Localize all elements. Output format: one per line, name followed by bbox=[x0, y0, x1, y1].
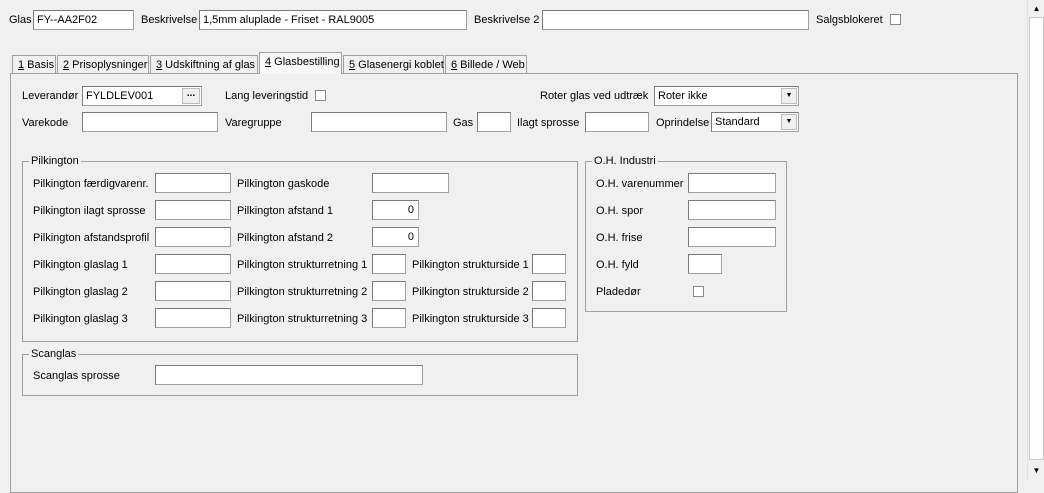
oh-frise-label: O.H. frise bbox=[596, 232, 643, 244]
varekode-label: Varekode bbox=[22, 117, 69, 129]
pilkington-strukturside3-label: Pilkington strukturside 3 bbox=[412, 313, 529, 325]
leverandor-value: FYLDLEV001 bbox=[86, 90, 154, 102]
pilkington-strukturside2-label: Pilkington strukturside 2 bbox=[412, 286, 529, 298]
pilkington-strukturretning1-label: Pilkington strukturretning 1 bbox=[237, 259, 368, 271]
pilkington-afstand1-label: Pilkington afstand 1 bbox=[237, 205, 334, 217]
pilkington-afstandsprofil-field[interactable] bbox=[155, 227, 231, 247]
pilkington-gaskode-field[interactable] bbox=[372, 173, 449, 193]
arrow-up-icon[interactable]: ▲ bbox=[1028, 0, 1044, 17]
tab-udskiftning[interactable]: 3 Udskiftning af glas bbox=[150, 55, 258, 73]
beskrivelse-field[interactable]: 1,5mm aluplade - Friset - RAL9005 bbox=[199, 10, 467, 30]
tab-glasbestilling[interactable]: 4 Glasbestilling bbox=[259, 52, 342, 74]
ilagt-sprosse-field[interactable] bbox=[585, 112, 649, 132]
pladedor-checkbox[interactable] bbox=[693, 286, 704, 297]
scroll-thumb[interactable] bbox=[1029, 17, 1044, 460]
tab-basis[interactable]: 1 Basis bbox=[12, 55, 56, 73]
pilkington-gaskode-label: Pilkington gaskode bbox=[237, 178, 330, 190]
pilkington-strukturretning1-field[interactable] bbox=[372, 254, 406, 274]
leverandor-label: Leverandør bbox=[22, 90, 79, 102]
pilkington-strukturretning2-field[interactable] bbox=[372, 281, 406, 301]
oh-spor-field[interactable] bbox=[688, 200, 776, 220]
roter-value: Roter ikke bbox=[658, 90, 708, 102]
varegruppe-label: Varegruppe bbox=[225, 117, 282, 129]
gas-field[interactable] bbox=[477, 112, 511, 132]
pilkington-afstandsprofil-label: Pilkington afstandsprofil bbox=[33, 232, 150, 244]
pilkington-strukturretning2-label: Pilkington strukturretning 2 bbox=[237, 286, 368, 298]
pilkington-afstand2-field[interactable]: 0 bbox=[372, 227, 419, 247]
scanglas-sprosse-field[interactable] bbox=[155, 365, 423, 385]
lang-leveringstid-label: Lang leveringstid bbox=[225, 90, 309, 102]
vertical-scrollbar[interactable]: ▲ ▼ bbox=[1027, 0, 1044, 480]
beskrivelse2-label: Beskrivelse 2 bbox=[474, 14, 540, 26]
pilkington-strukturside2-field[interactable] bbox=[532, 281, 566, 301]
pilkington-glaslag1-field[interactable] bbox=[155, 254, 231, 274]
pilkington-afstand1-field[interactable]: 0 bbox=[372, 200, 419, 220]
beskrivelse2-field[interactable] bbox=[542, 10, 809, 30]
varekode-field[interactable] bbox=[82, 112, 218, 132]
pilkington-strukturside3-field[interactable] bbox=[532, 308, 566, 328]
pilkington-glaslag2-label: Pilkington glaslag 2 bbox=[33, 286, 128, 298]
tab-udskiftning-label: Udskiftning af glas bbox=[162, 59, 256, 71]
pilkington-glaslag1-label: Pilkington glaslag 1 bbox=[33, 259, 128, 271]
pladedor-label: Pladedør bbox=[596, 286, 641, 298]
pilkington-strukturside1-label: Pilkington strukturside 1 bbox=[412, 259, 529, 271]
arrow-down-icon[interactable]: ▼ bbox=[1028, 462, 1044, 479]
pilkington-strukturretning3-field[interactable] bbox=[372, 308, 406, 328]
oprindelse-select[interactable]: Standard ▼ bbox=[711, 112, 799, 132]
ellipsis-icon[interactable]: ... bbox=[182, 88, 200, 104]
oh-fyld-field[interactable] bbox=[688, 254, 722, 274]
pilkington-strukturretning3-label: Pilkington strukturretning 3 bbox=[237, 313, 368, 325]
salgsblokeret-label: Salgsblokeret bbox=[816, 14, 883, 26]
pilkington-ilagt-sprosse-field[interactable] bbox=[155, 200, 231, 220]
roter-select[interactable]: Roter ikke ▼ bbox=[654, 86, 799, 106]
oh-industri-group-title: O.H. Industri bbox=[592, 155, 658, 168]
tab-basis-label: Basis bbox=[24, 59, 55, 71]
glas-field[interactable]: FY--AA2F02 bbox=[33, 10, 134, 30]
oh-fyld-label: O.H. fyld bbox=[596, 259, 639, 271]
pilkington-strukturside1-field[interactable] bbox=[532, 254, 566, 274]
pilkington-afstand2-label: Pilkington afstand 2 bbox=[237, 232, 334, 244]
tab-billede-web[interactable]: 6 Billede / Web bbox=[445, 55, 527, 73]
ilagt-sprosse-label: Ilagt sprosse bbox=[517, 117, 580, 129]
oh-varenummer-label: O.H. varenummer bbox=[596, 178, 684, 190]
roter-label: Roter glas ved udtræk bbox=[540, 90, 649, 102]
scanglas-sprosse-label: Scanglas sprosse bbox=[33, 370, 120, 382]
pilkington-glaslag2-field[interactable] bbox=[155, 281, 231, 301]
pilkington-group-title: Pilkington bbox=[29, 155, 81, 168]
chevron-down-icon[interactable]: ▼ bbox=[781, 114, 797, 130]
oh-frise-field[interactable] bbox=[688, 227, 776, 247]
chevron-down-icon[interactable]: ▼ bbox=[781, 88, 797, 104]
oprindelse-value: Standard bbox=[715, 116, 760, 128]
oh-varenummer-field[interactable] bbox=[688, 173, 776, 193]
tab-prisoplysninger[interactable]: 2 Prisoplysninger bbox=[57, 55, 149, 73]
tab-prisoplysninger-label: Prisoplysninger bbox=[69, 59, 148, 71]
salgsblokeret-checkbox[interactable] bbox=[890, 14, 901, 25]
gas-label: Gas bbox=[453, 117, 474, 129]
pilkington-glaslag3-field[interactable] bbox=[155, 308, 231, 328]
pilkington-glaslag3-label: Pilkington glaslag 3 bbox=[33, 313, 128, 325]
pilkington-faerdigvarenr-field[interactable] bbox=[155, 173, 231, 193]
pilkington-faerdigvarenr-label: Pilkington færdigvarenr. bbox=[33, 178, 149, 190]
leverandor-field[interactable]: FYLDLEV001 ... bbox=[82, 86, 202, 106]
lang-leveringstid-checkbox[interactable] bbox=[315, 90, 326, 101]
tab-glasenergi[interactable]: 5 Glasenergi koblet bbox=[343, 55, 444, 73]
pilkington-ilagt-sprosse-label: Pilkington ilagt sprosse bbox=[33, 205, 146, 217]
tab-billede-web-label: Billede / Web bbox=[457, 59, 525, 71]
varegruppe-field[interactable] bbox=[311, 112, 447, 132]
tab-glasbestilling-label: Glasbestilling bbox=[271, 56, 340, 68]
scanglas-group-title: Scanglas bbox=[29, 348, 79, 361]
beskrivelse-label: Beskrivelse bbox=[141, 14, 198, 26]
oprindelse-label: Oprindelse bbox=[656, 117, 710, 129]
tab-glasenergi-label: Glasenergi koblet bbox=[355, 59, 444, 71]
oh-spor-label: O.H. spor bbox=[596, 205, 644, 217]
glas-label: Glas bbox=[9, 14, 32, 26]
